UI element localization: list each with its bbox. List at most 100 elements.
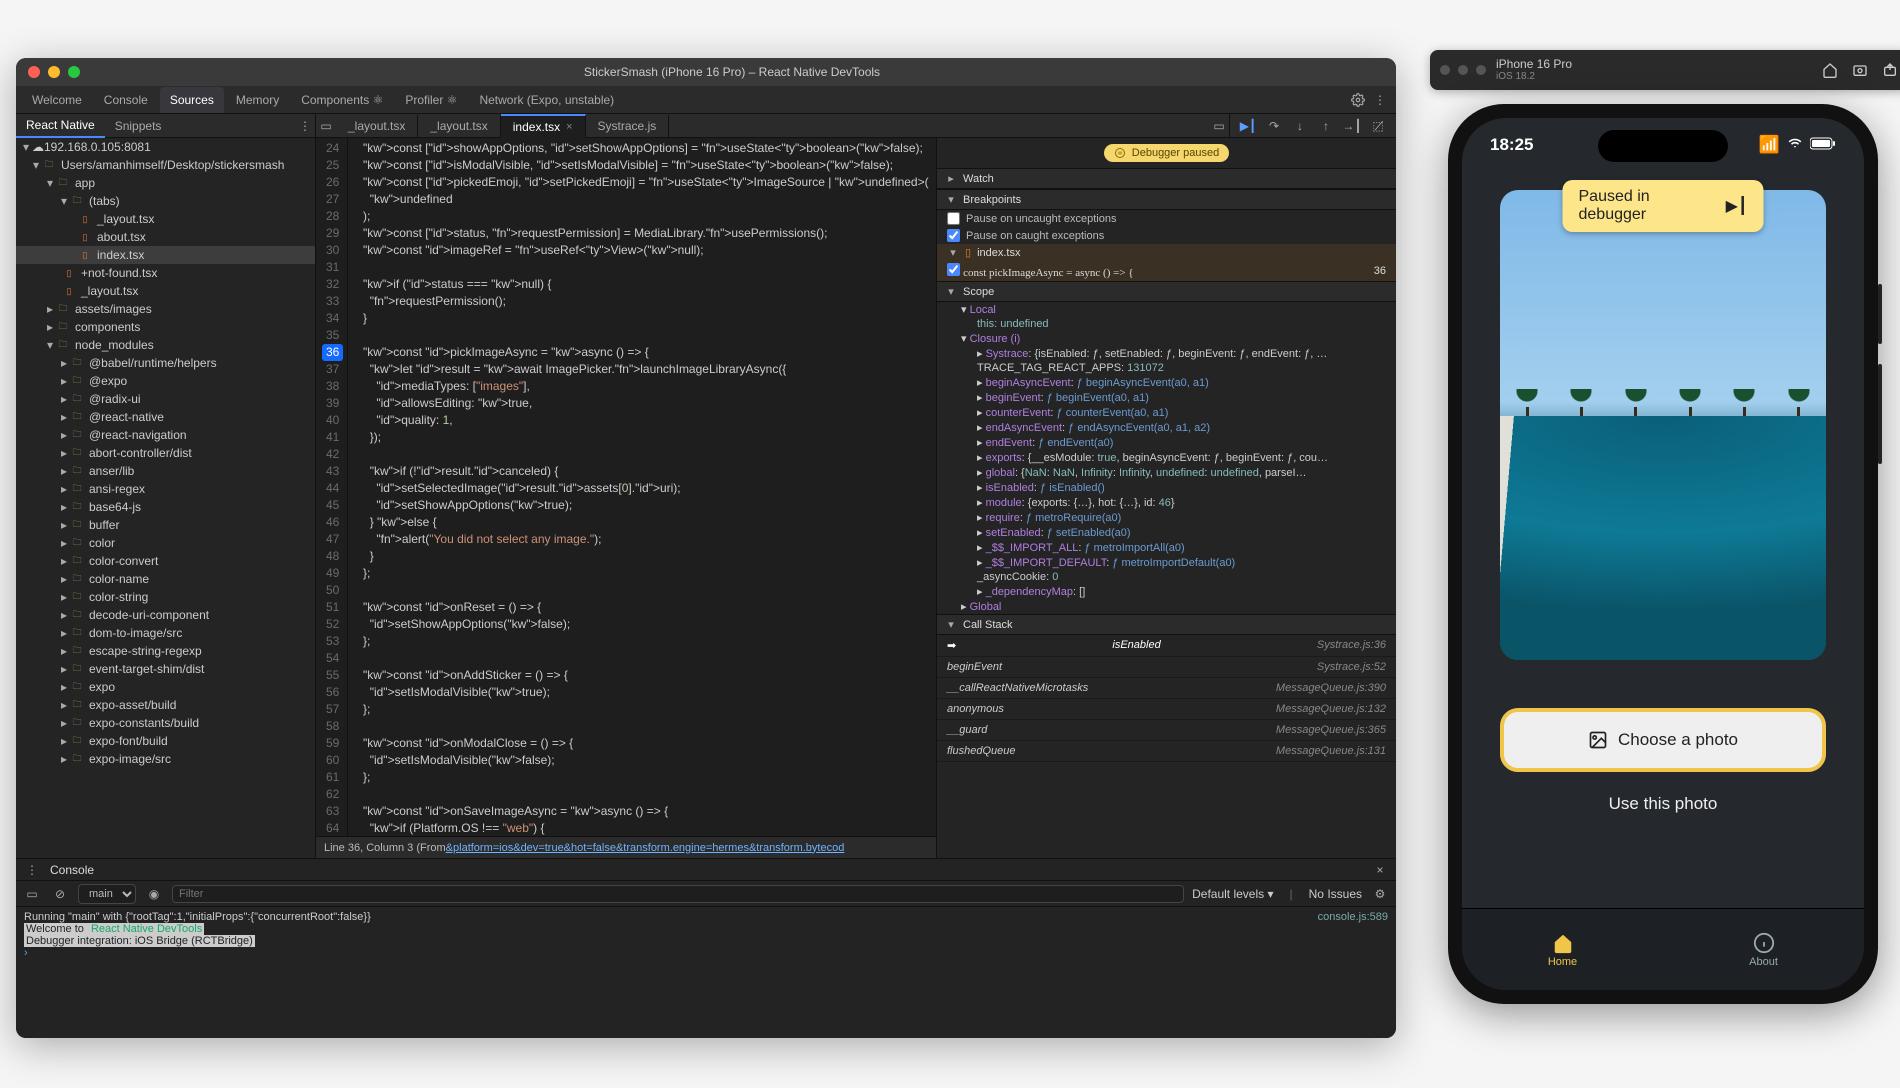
scope-entry[interactable]: _asyncCookie: 0	[937, 570, 1396, 584]
tree-app[interactable]: ▾🗀app	[16, 174, 315, 192]
tree-folder[interactable]: ▸🗀abort-controller/dist	[16, 444, 315, 462]
scope-global[interactable]: ▸ Global	[937, 599, 1396, 614]
tree-folder[interactable]: ▸🗀@react-native	[16, 408, 315, 426]
scope-entry[interactable]: ▸ isEnabled: ƒ isEnabled()	[937, 480, 1396, 495]
tree-folder[interactable]: ▸🗀color-name	[16, 570, 315, 588]
resume-icon[interactable]: ▶┃	[1726, 196, 1748, 216]
scope-entry[interactable]: ▸ beginAsyncEvent: ƒ beginAsyncEvent(a0,…	[937, 375, 1396, 390]
tree-folder[interactable]: ▸🗀expo	[16, 678, 315, 696]
drawer-tab-console[interactable]: Console	[50, 863, 94, 877]
code-editor[interactable]: 2425262728293031323334353637383940414243…	[316, 138, 936, 858]
tree-folder[interactable]: ▸🗀@radix-ui	[16, 390, 315, 408]
subtab-snippets[interactable]: Snippets	[105, 115, 172, 137]
tree-folder[interactable]: ▸🗀components	[16, 318, 315, 336]
tree-folder[interactable]: ▸🗀expo-asset/build	[16, 696, 315, 714]
home-icon[interactable]	[1820, 60, 1840, 80]
bp-uncaught[interactable]: Pause on uncaught exceptions	[937, 210, 1396, 227]
tab-console[interactable]: Console	[94, 87, 158, 113]
scope-entry[interactable]: ▸ beginEvent: ƒ beginEvent(a0, a1)	[937, 390, 1396, 405]
more-icon[interactable]: ⋮	[22, 860, 42, 880]
share-icon[interactable]	[1880, 60, 1900, 80]
step-out-icon[interactable]: ↑	[1316, 116, 1336, 136]
clear-console-icon[interactable]: ⊘	[50, 884, 70, 904]
scope-entry[interactable]: ▸ _$$_IMPORT_DEFAULT: ƒ metroImportDefau…	[937, 555, 1396, 570]
scope-entry[interactable]: ▸ exports: {__esModule: true, beginAsync…	[937, 450, 1396, 465]
tree-folder[interactable]: ▸🗀buffer	[16, 516, 315, 534]
scope-local[interactable]: ▾ Local	[937, 302, 1396, 317]
settings-icon[interactable]	[1348, 90, 1368, 110]
section-watch[interactable]: ▸Watch	[937, 168, 1396, 189]
tree-folder[interactable]: ▸🗀expo-constants/build	[16, 714, 315, 732]
callstack-frame[interactable]: __callReactNativeMicrotasksMessageQueue.…	[937, 678, 1396, 699]
console-filter-input[interactable]	[172, 885, 1184, 903]
tree-file[interactable]: ▯_layout.tsx	[16, 210, 315, 228]
tree-folder[interactable]: ▸🗀expo-image/src	[16, 750, 315, 768]
tree-folder[interactable]: ▸🗀decode-uri-component	[16, 606, 315, 624]
file-tab-layout1[interactable]: _layout.tsx	[336, 115, 418, 137]
more-icon[interactable]: ⋮	[295, 116, 315, 136]
scope-entry[interactable]: ▸ endEvent: ƒ endEvent(a0)	[937, 435, 1396, 450]
section-callstack[interactable]: ▾Call Stack	[937, 614, 1396, 635]
use-this-photo-button[interactable]: Use this photo	[1462, 794, 1864, 814]
resume-icon[interactable]: ▶┃	[1238, 116, 1258, 136]
callstack-frame[interactable]: flushedQueueMessageQueue.js:131	[937, 741, 1396, 762]
section-scope[interactable]: ▾Scope	[937, 281, 1396, 302]
scope-entry[interactable]: ▸ require: ƒ metroRequire(a0)	[937, 510, 1396, 525]
tree-folder[interactable]: ▸🗀event-target-shim/dist	[16, 660, 315, 678]
source-link[interactable]: &platform=ios&dev=true&hot=false&transfo…	[446, 842, 845, 854]
file-tree[interactable]: ▾☁ 192.168.0.105:8081 ▾🗀Users/amanhimsel…	[16, 138, 316, 858]
log-levels-select[interactable]: Default levels ▾	[1192, 887, 1273, 901]
bp-file-row[interactable]: ▾▯index.tsx	[937, 244, 1396, 261]
step-icon[interactable]: →┃	[1342, 116, 1362, 136]
tree-folder[interactable]: ▸🗀color	[16, 534, 315, 552]
tree-folder[interactable]: ▸🗀@babel/runtime/helpers	[16, 354, 315, 372]
subtab-react-native[interactable]: React Native	[16, 114, 105, 138]
scope-entry[interactable]: TRACE_TAG_REACT_APPS: 131072	[937, 361, 1396, 375]
step-into-icon[interactable]: ↓	[1290, 116, 1310, 136]
file-tab-systrace[interactable]: Systrace.js	[586, 115, 670, 137]
scope-entry[interactable]: ▸ endAsyncEvent: ƒ endAsyncEvent(a0, a1,…	[937, 420, 1396, 435]
show-more-icon[interactable]: ▭	[1209, 116, 1229, 136]
callstack-frame[interactable]: anonymousMessageQueue.js:132	[937, 699, 1396, 720]
tab-memory[interactable]: Memory	[226, 87, 289, 113]
scope-entry[interactable]: ▸ _$$_IMPORT_ALL: ƒ metroImportAll(a0)	[937, 540, 1396, 555]
close-window-icon[interactable]	[28, 66, 40, 78]
context-select[interactable]: main	[78, 884, 136, 904]
screenshot-icon[interactable]	[1850, 60, 1870, 80]
scope-entry[interactable]: ▸ counterEvent: ƒ counterEvent(a0, a1)	[937, 405, 1396, 420]
sidebar-toggle-icon[interactable]: ▭	[22, 884, 42, 904]
callstack-frame[interactable]: ➡ isEnabledSystrace.js:36	[937, 635, 1396, 657]
tree-root[interactable]: ▾☁ 192.168.0.105:8081	[16, 138, 315, 156]
console-settings-icon[interactable]: ⚙	[1370, 884, 1390, 904]
tree-folder[interactable]: ▸🗀dom-to-image/src	[16, 624, 315, 642]
tree-folder[interactable]: ▸🗀@react-navigation	[16, 426, 315, 444]
tree-file-active[interactable]: ▯index.tsx	[16, 246, 315, 264]
tree-file[interactable]: ▯about.tsx	[16, 228, 315, 246]
side-button[interactable]	[1878, 284, 1882, 344]
tab-about[interactable]: About	[1663, 909, 1864, 990]
zoom-window-icon[interactable]	[68, 66, 80, 78]
tree-folder[interactable]: ▸🗀expo-font/build	[16, 732, 315, 750]
tab-welcome[interactable]: Welcome	[22, 87, 92, 113]
tree-file[interactable]: ▯+not-found.tsx	[16, 264, 315, 282]
scope-entry[interactable]: ▸ setEnabled: ƒ setEnabled(a0)	[937, 525, 1396, 540]
toggle-navigator-icon[interactable]: ▭	[316, 116, 336, 136]
bp-caught[interactable]: Pause on caught exceptions	[937, 227, 1396, 244]
live-expression-icon[interactable]: ◉	[144, 884, 164, 904]
tree-node-modules[interactable]: ▾🗀node_modules	[16, 336, 315, 354]
side-button[interactable]	[1878, 364, 1882, 464]
tree-tabs[interactable]: ▾🗀(tabs)	[16, 192, 315, 210]
choose-photo-button[interactable]: Choose a photo	[1500, 708, 1826, 772]
tab-network[interactable]: Network (Expo, unstable)	[469, 87, 624, 113]
tree-folder[interactable]: ▸🗀escape-string-regexp	[16, 642, 315, 660]
console-output[interactable]: console.js:589Running "main" with {"root…	[16, 907, 1396, 1038]
callstack-frame[interactable]: beginEventSystrace.js:52	[937, 657, 1396, 678]
scope-closure[interactable]: ▾ Closure (i)	[937, 331, 1396, 346]
tree-folder[interactable]: ▸🗀base64-js	[16, 498, 315, 516]
tree-folder[interactable]: ▸🗀ansi-regex	[16, 480, 315, 498]
issues-indicator[interactable]: No Issues	[1309, 887, 1362, 901]
close-icon[interactable]: ×	[566, 121, 572, 133]
scope-entry[interactable]: ▸ Systrace: {isEnabled: ƒ, setEnabled: ƒ…	[937, 346, 1396, 361]
scope-entry[interactable]: ▸ module: {exports: {…}, hot: {…}, id: 4…	[937, 495, 1396, 510]
tree-folder[interactable]: ▸🗀anser/lib	[16, 462, 315, 480]
